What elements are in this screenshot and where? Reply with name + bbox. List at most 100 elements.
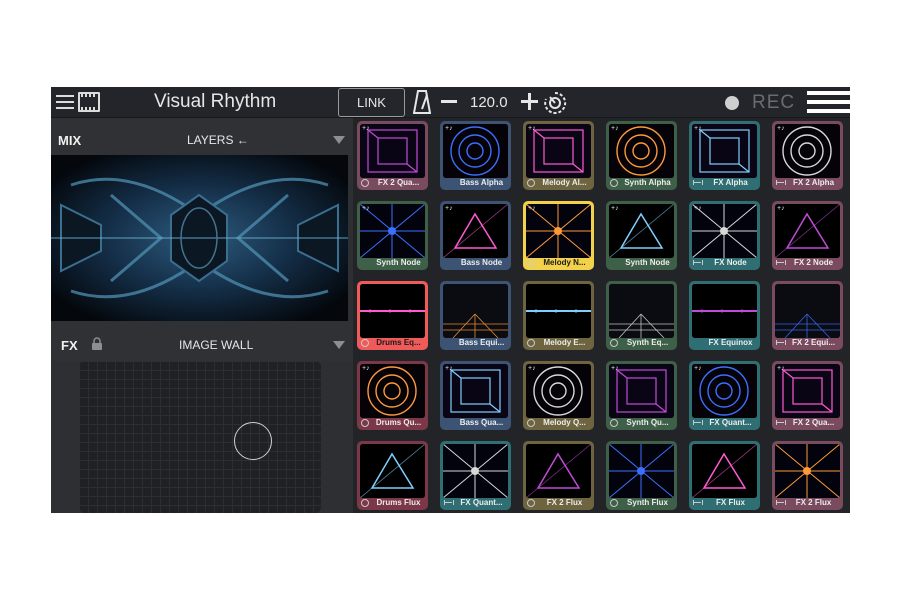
clip-grid: +♪ FX 2 Qua... +♪ Bass Alpha +♪ Melody Al... +… (353, 118, 850, 513)
add-note-icon: +♪ (528, 365, 536, 372)
clip-name: FX Quant... (709, 418, 752, 427)
fx-preset-selector[interactable]: IMAGE WALL (179, 338, 253, 352)
options-lines-icon[interactable] (807, 91, 850, 114)
fx-xy-pad[interactable] (79, 361, 321, 513)
playback-mode-circle-icon (610, 179, 618, 187)
clip-tile[interactable]: +♪ FX 2 Qua... (357, 121, 428, 190)
clip-tile[interactable]: +♪ FX Alpha (689, 121, 760, 190)
link-button[interactable]: LINK (338, 88, 405, 117)
clip-tile[interactable]: Synth Eq... (606, 281, 677, 350)
clip-tile[interactable]: Drums Eq... (357, 281, 428, 350)
fx-label: FX (61, 338, 78, 353)
record-icon[interactable] (725, 96, 739, 110)
clip-thumbnail (692, 204, 757, 258)
clip-thumbnail (609, 444, 674, 498)
clip-name: Synth Alpha (624, 178, 671, 187)
clip-thumbnail (692, 124, 757, 178)
clip-name: Bass Alpha (459, 178, 504, 187)
clip-thumbnail (775, 284, 840, 338)
clip-tile[interactable]: +♪ FX Node (689, 201, 760, 270)
clip-name: Bass Equi... (458, 338, 505, 347)
film-icon[interactable] (78, 92, 100, 112)
clip-tile[interactable]: +♪ FX 2 Alpha (772, 121, 843, 190)
clip-name: FX 2 Node (793, 258, 834, 267)
playback-mode-bar-icon (693, 179, 703, 187)
playback-mode-circle-icon (610, 419, 618, 427)
clip-thumbnail (526, 284, 591, 338)
playback-mode-circle-icon (527, 499, 535, 507)
tempo-increase-button[interactable] (521, 93, 538, 110)
clip-thumbnail (360, 204, 425, 258)
chevron-down-icon[interactable] (333, 341, 345, 349)
add-note-icon: +♪ (445, 125, 453, 132)
left-panel: MIX LAYERS ← FX IMAGE WALL (51, 118, 353, 513)
clip-tile[interactable]: +♪ FX 2 Qua... (772, 361, 843, 430)
clip-thumbnail (526, 204, 591, 258)
clip-tile[interactable]: +♪ Bass Node (440, 201, 511, 270)
clip-name: Synth Node (376, 258, 421, 267)
clip-tile[interactable]: FX 2 Equi... (772, 281, 843, 350)
clip-name: Drums Flux (376, 498, 421, 507)
clip-name: Drums Eq... (376, 338, 421, 347)
add-note-icon: +♪ (777, 125, 785, 132)
clip-tile[interactable]: +♪ Melody Q... (523, 361, 594, 430)
clip-name: FX Alpha (713, 178, 748, 187)
clip-name: FX 2 Qua... (377, 178, 420, 187)
clip-tile[interactable]: +♪ Melody N... (523, 201, 594, 270)
clip-thumbnail (443, 124, 508, 178)
add-note-icon: +♪ (445, 365, 453, 372)
clip-name: FX Equinox (708, 338, 753, 347)
clip-name: FX Flux (716, 498, 745, 507)
mix-header: MIX LAYERS ← (51, 118, 353, 155)
add-note-icon: +♪ (362, 205, 370, 212)
clip-thumbnail (609, 124, 674, 178)
clip-tile[interactable]: Synth Flux (606, 441, 677, 510)
clip-name: Synth Eq... (626, 338, 669, 347)
lock-icon[interactable] (91, 337, 103, 350)
clip-tile[interactable]: +♪ Melody Al... (523, 121, 594, 190)
rec-label[interactable]: REC (752, 92, 795, 114)
playback-mode-bar-icon (776, 419, 786, 427)
chevron-down-icon[interactable] (333, 136, 345, 144)
layers-selector[interactable]: LAYERS ← (187, 133, 249, 147)
clip-tile[interactable]: FX Equinox (689, 281, 760, 350)
clip-tile[interactable]: +♪ FX Quant... (689, 361, 760, 430)
mix-label: MIX (58, 133, 82, 148)
clip-tile[interactable]: +♪ FX 2 Node (772, 201, 843, 270)
clip-tile[interactable]: +♪ Synth Alpha (606, 121, 677, 190)
clip-tile[interactable]: +♪ Bass Qua... (440, 361, 511, 430)
playback-mode-bar-icon (693, 259, 703, 267)
menu-icon[interactable] (56, 94, 74, 110)
clip-tile[interactable]: FX 2 Flux (772, 441, 843, 510)
clip-tile[interactable]: Bass Equi... (440, 281, 511, 350)
metronome-icon[interactable] (413, 90, 431, 114)
clip-tile[interactable]: FX 2 Flux (523, 441, 594, 510)
clip-tile[interactable]: +♪ Bass Alpha (440, 121, 511, 190)
tempo-decrease-button[interactable] (441, 100, 457, 103)
clip-name: Bass Node (460, 258, 503, 267)
clip-name: Melody E... (543, 338, 586, 347)
clip-tile[interactable]: +♪ Synth Node (606, 201, 677, 270)
clip-tile[interactable]: Drums Flux (357, 441, 428, 510)
clip-thumbnail (360, 444, 425, 498)
clip-tile[interactable]: Melody E... (523, 281, 594, 350)
clip-thumbnail (775, 204, 840, 258)
tap-tempo-icon[interactable] (543, 91, 567, 115)
add-note-icon: +♪ (694, 365, 702, 372)
playback-mode-circle-icon (527, 339, 535, 347)
playback-mode-circle-icon (527, 259, 535, 267)
clip-tile[interactable]: +♪ Drums Qu... (357, 361, 428, 430)
clip-tile[interactable]: FX Flux (689, 441, 760, 510)
clip-thumbnail (775, 444, 840, 498)
top-bar: Visual Rhythm LINK 120.0 REC (51, 87, 850, 118)
xy-pad-cursor[interactable] (234, 422, 272, 460)
clip-thumbnail (526, 124, 591, 178)
playback-mode-circle-icon (361, 339, 369, 347)
playback-mode-circle-icon (527, 179, 535, 187)
clip-name: FX 2 Qua... (792, 418, 835, 427)
add-note-icon: +♪ (694, 125, 702, 132)
clip-tile[interactable]: +♪ Synth Qu... (606, 361, 677, 430)
clip-name: Bass Qua... (459, 418, 504, 427)
clip-tile[interactable]: FX Quant... (440, 441, 511, 510)
clip-tile[interactable]: +♪ Synth Node (357, 201, 428, 270)
